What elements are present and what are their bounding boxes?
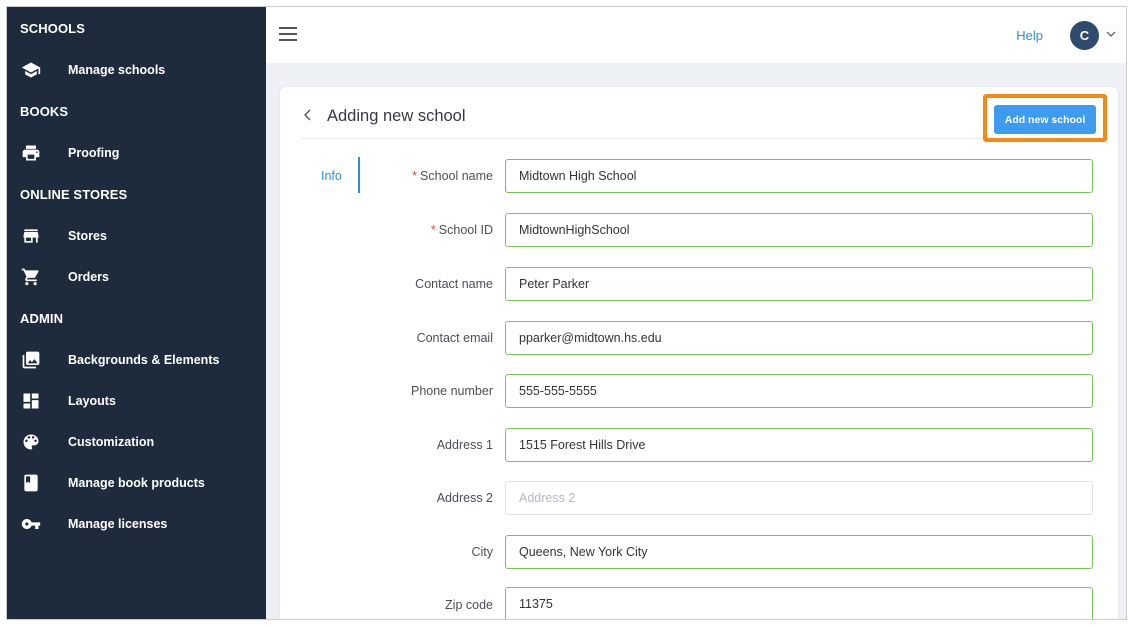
contact-email-input[interactable]	[505, 321, 1093, 355]
phone-number-label: Phone number	[410, 384, 493, 398]
store-icon	[20, 225, 42, 247]
sidebar-item-proofing[interactable]: Proofing	[7, 135, 266, 171]
city-label: City	[471, 545, 493, 559]
book-icon	[20, 472, 42, 494]
help-link[interactable]: Help	[1016, 28, 1043, 43]
sidebar-item-label: Layouts	[68, 394, 116, 408]
sidebar-item-manage-schools[interactable]: Manage schools	[7, 52, 266, 88]
address1-label: Address 1	[436, 438, 493, 452]
content-card: Adding new school Add new school Info * S…	[280, 87, 1118, 619]
cart-icon	[20, 266, 42, 288]
sidebar-item-layouts[interactable]: Layouts	[7, 383, 266, 419]
sidebar-section-online-stores: ONLINE STORES	[20, 187, 128, 202]
key-icon	[20, 513, 42, 535]
school-id-label: * School ID	[430, 223, 493, 237]
app-window: SCHOOLS Manage schools BOOKS Proofing ON…	[6, 6, 1127, 620]
add-new-school-button[interactable]: Add new school	[994, 105, 1096, 134]
sidebar-item-label: Stores	[68, 229, 107, 243]
sidebar-section-admin: ADMIN	[20, 311, 64, 326]
sidebar-section-books: BOOKS	[20, 104, 69, 119]
sidebar-item-stores[interactable]: Stores	[7, 218, 266, 254]
school-name-label: * School name	[412, 169, 493, 183]
sidebar-item-backgrounds[interactable]: Backgrounds & Elements	[7, 342, 266, 378]
school-name-input[interactable]	[505, 159, 1093, 193]
address2-label: Address 2	[436, 491, 493, 505]
sidebar: SCHOOLS Manage schools BOOKS Proofing ON…	[7, 7, 266, 619]
sidebar-item-label: Manage licenses	[68, 517, 168, 531]
page-title: Adding new school	[327, 107, 466, 125]
back-arrow-icon[interactable]	[302, 108, 314, 122]
sidebar-item-book-products[interactable]: Manage book products	[7, 465, 266, 501]
sidebar-item-licenses[interactable]: Manage licenses	[7, 506, 266, 542]
printer-icon	[20, 142, 42, 164]
sidebar-item-label: Manage book products	[68, 476, 205, 490]
sidebar-item-customization[interactable]: Customization	[7, 424, 266, 460]
zip-code-input[interactable]	[505, 587, 1093, 619]
sidebar-item-label: Manage schools	[68, 63, 166, 77]
zip-code-label: Zip code	[445, 598, 493, 612]
city-input[interactable]	[505, 535, 1093, 569]
sidebar-item-label: Backgrounds & Elements	[68, 353, 220, 367]
required-marker: *	[412, 169, 418, 183]
address1-input[interactable]	[505, 428, 1093, 462]
dashboard-icon	[20, 390, 42, 412]
contact-name-label: Contact name	[415, 277, 493, 291]
menu-icon[interactable]	[279, 27, 297, 41]
chevron-down-icon[interactable]	[1106, 30, 1116, 38]
sidebar-item-orders[interactable]: Orders	[7, 259, 266, 295]
graduation-cap-icon	[20, 59, 42, 81]
top-bar: Help C	[266, 7, 1126, 63]
required-marker: *	[430, 223, 436, 237]
school-id-input[interactable]	[505, 213, 1093, 247]
tab-info[interactable]: Info	[321, 169, 342, 183]
phone-number-input[interactable]	[505, 374, 1093, 408]
sidebar-section-schools: SCHOOLS	[20, 21, 85, 36]
avatar[interactable]: C	[1070, 21, 1099, 50]
palette-icon	[20, 431, 42, 453]
address2-input[interactable]	[505, 481, 1093, 515]
tab-indicator	[358, 157, 360, 193]
sidebar-item-label: Customization	[68, 435, 155, 449]
title-divider	[302, 138, 1100, 139]
contact-name-input[interactable]	[505, 267, 1093, 301]
sidebar-item-label: Orders	[68, 270, 109, 284]
contact-email-label: Contact email	[416, 331, 493, 345]
sidebar-item-label: Proofing	[68, 146, 120, 160]
images-icon	[20, 349, 42, 371]
